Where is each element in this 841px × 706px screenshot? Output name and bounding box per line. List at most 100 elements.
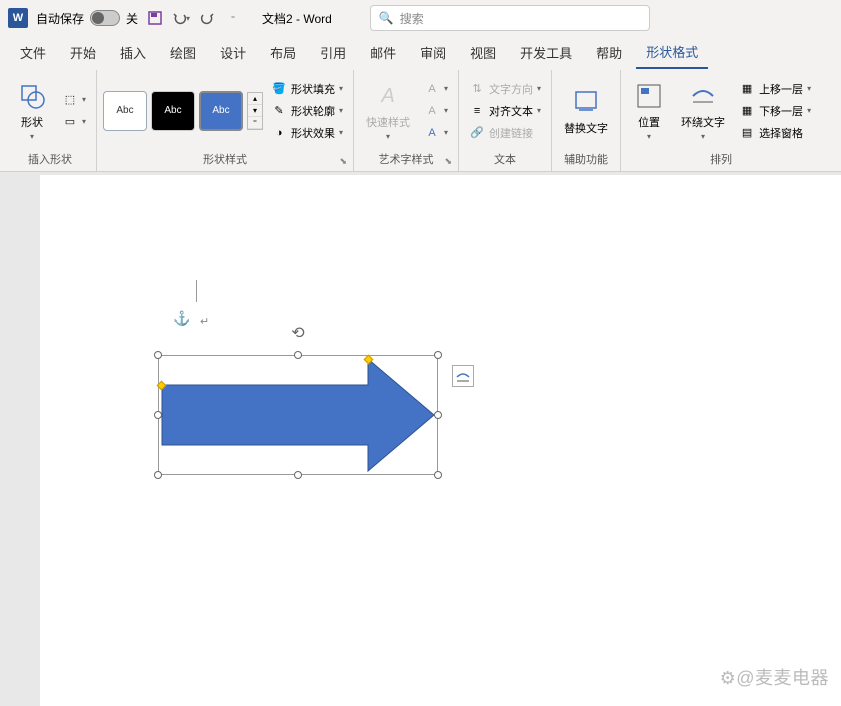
outline-icon: ✎ bbox=[271, 103, 287, 119]
document-canvas[interactable]: ⚓ ↵ ⟲ bbox=[40, 175, 841, 706]
resize-handle-se[interactable] bbox=[434, 471, 442, 479]
titlebar: W 自动保存 关 ▾ ⁼ 文档2 - Word 🔍 搜索 bbox=[0, 0, 841, 36]
text-outline-button[interactable]: A▾ bbox=[420, 101, 452, 121]
text-fill-button[interactable]: A▾ bbox=[420, 79, 452, 99]
tab-view[interactable]: 视图 bbox=[460, 37, 506, 68]
tab-draw[interactable]: 绘图 bbox=[160, 37, 206, 68]
resize-handle-sw[interactable] bbox=[154, 471, 162, 479]
link-icon: 🔗 bbox=[469, 125, 485, 141]
alt-text-label: 替换文字 bbox=[564, 120, 608, 136]
search-input[interactable]: 🔍 搜索 bbox=[370, 5, 650, 31]
chevron-down-icon: ▾ bbox=[30, 132, 34, 141]
search-icon: 🔍 bbox=[379, 11, 394, 25]
tab-insert[interactable]: 插入 bbox=[110, 37, 156, 68]
group-wordart: A 快速样式 ▾ A▾ A▾ A▾ 艺术字样式⬊ bbox=[354, 70, 459, 171]
resize-handle-ne[interactable] bbox=[434, 351, 442, 359]
text-effects-button[interactable]: A▾ bbox=[420, 123, 452, 143]
resize-handle-w[interactable] bbox=[154, 411, 162, 419]
tab-help[interactable]: 帮助 bbox=[586, 37, 632, 68]
resize-handle-e[interactable] bbox=[434, 411, 442, 419]
qat-customize[interactable]: ⁼ bbox=[224, 9, 242, 27]
autosave-label: 自动保存 bbox=[36, 10, 84, 27]
shape-effects-button[interactable]: ◑形状效果▾ bbox=[267, 123, 347, 143]
shapes-label: 形状 bbox=[21, 114, 43, 130]
tab-shape-format[interactable]: 形状格式 bbox=[636, 36, 708, 69]
tab-file[interactable]: 文件 bbox=[10, 37, 56, 68]
textbox-button[interactable]: ▭▾ bbox=[58, 112, 90, 132]
gallery-up-icon[interactable]: ▴ bbox=[248, 93, 262, 105]
tab-developer[interactable]: 开发工具 bbox=[510, 37, 582, 68]
wordart-icon: A bbox=[372, 80, 404, 112]
edit-shape-icon: ⬚ bbox=[62, 92, 78, 108]
anchor-icon[interactable]: ⚓ bbox=[173, 310, 190, 327]
word-app-icon: W bbox=[8, 8, 28, 28]
style-preset-1[interactable]: Abc bbox=[103, 91, 147, 131]
text-direction-button[interactable]: ⇅文字方向▾ bbox=[465, 79, 545, 99]
shapes-button[interactable]: 形状 ▾ bbox=[10, 76, 54, 145]
group-label: 辅助功能 bbox=[558, 149, 614, 169]
undo-button[interactable]: ▾ bbox=[172, 9, 190, 27]
text-outline-icon: A bbox=[424, 103, 440, 119]
redo-button[interactable] bbox=[198, 9, 216, 27]
text-effects-icon: A bbox=[424, 125, 440, 141]
tab-home[interactable]: 开始 bbox=[60, 37, 106, 68]
dialog-launcher-icon[interactable]: ⬊ bbox=[339, 156, 347, 167]
edit-shape-button[interactable]: ⬚▾ bbox=[58, 90, 90, 110]
group-arrange: 位置 ▾ 环绕文字 ▾ ▦上移一层▾ ▦下移一层▾ ▤选择窗格 排列 bbox=[621, 70, 821, 171]
shapes-icon bbox=[16, 80, 48, 112]
wrap-text-button[interactable]: 环绕文字 ▾ bbox=[675, 76, 731, 145]
text-cursor bbox=[196, 280, 197, 302]
bring-forward-button[interactable]: ▦上移一层▾ bbox=[735, 79, 815, 99]
resize-handle-s[interactable] bbox=[294, 471, 302, 479]
layout-options-button[interactable] bbox=[452, 365, 474, 387]
send-backward-button[interactable]: ▦下移一层▾ bbox=[735, 101, 815, 121]
group-label: 文本 bbox=[465, 149, 545, 169]
effects-icon: ◑ bbox=[271, 125, 287, 141]
group-label: 艺术字样式⬊ bbox=[360, 149, 452, 169]
group-text: ⇅文字方向▾ ≡对齐文本▾ 🔗创建链接 文本 bbox=[459, 70, 552, 171]
group-label: 排列 bbox=[627, 149, 815, 169]
rotate-handle-icon[interactable]: ⟲ bbox=[291, 323, 304, 343]
tab-review[interactable]: 审阅 bbox=[410, 37, 456, 68]
gallery-spinner[interactable]: ▴ ▾ ⁼ bbox=[247, 92, 263, 130]
tab-mail[interactable]: 邮件 bbox=[360, 37, 406, 68]
position-label: 位置 bbox=[638, 114, 660, 130]
selected-shape[interactable]: ⟲ bbox=[158, 355, 438, 475]
text-direction-icon: ⇅ bbox=[469, 81, 485, 97]
ribbon: 形状 ▾ ⬚▾ ▭▾ 插入形状 Abc Abc Abc ▴ ▾ ⁼ bbox=[0, 68, 841, 172]
toggle-switch-icon[interactable] bbox=[90, 10, 120, 26]
alt-text-button[interactable]: 替换文字 bbox=[558, 82, 614, 140]
style-preset-3[interactable]: Abc bbox=[199, 91, 243, 131]
group-insert-shape: 形状 ▾ ⬚▾ ▭▾ 插入形状 bbox=[4, 70, 97, 171]
alt-text-icon bbox=[570, 86, 602, 118]
group-accessibility: 替换文字 辅助功能 bbox=[552, 70, 621, 171]
autosave-toggle[interactable]: 自动保存 关 bbox=[36, 10, 138, 27]
group-label: 插入形状 bbox=[10, 149, 90, 169]
gallery-more-icon[interactable]: ⁼ bbox=[248, 117, 262, 129]
style-gallery[interactable]: Abc Abc Abc ▴ ▾ ⁼ bbox=[103, 91, 263, 131]
resize-handle-nw[interactable] bbox=[154, 351, 162, 359]
style-preset-2[interactable]: Abc bbox=[151, 91, 195, 131]
tab-design[interactable]: 设计 bbox=[210, 37, 256, 68]
tab-layout[interactable]: 布局 bbox=[260, 37, 306, 68]
textbox-icon: ▭ bbox=[62, 114, 78, 130]
resize-handle-n[interactable] bbox=[294, 351, 302, 359]
search-placeholder: 搜索 bbox=[400, 10, 424, 27]
group-label: 形状样式⬊ bbox=[103, 149, 347, 169]
position-button[interactable]: 位置 ▾ bbox=[627, 76, 671, 145]
save-button[interactable] bbox=[146, 9, 164, 27]
selection-pane-button[interactable]: ▤选择窗格 bbox=[735, 123, 815, 143]
dialog-launcher-icon[interactable]: ⬊ bbox=[445, 156, 453, 167]
shape-outline-button[interactable]: ✎形状轮廓▾ bbox=[267, 101, 347, 121]
create-link-button[interactable]: 🔗创建链接 bbox=[465, 123, 545, 143]
document-title: 文档2 - Word bbox=[262, 10, 332, 27]
align-text-button[interactable]: ≡对齐文本▾ bbox=[465, 101, 545, 121]
gallery-down-icon[interactable]: ▾ bbox=[248, 105, 262, 117]
autosave-state: 关 bbox=[126, 10, 138, 27]
wrap-label: 环绕文字 bbox=[681, 114, 725, 130]
shape-fill-button[interactable]: 🪣形状填充▾ bbox=[267, 79, 347, 99]
wrap-icon bbox=[687, 80, 719, 112]
tab-references[interactable]: 引用 bbox=[310, 37, 356, 68]
quick-styles-button[interactable]: A 快速样式 ▾ bbox=[360, 76, 416, 145]
arrow-shape[interactable] bbox=[158, 355, 438, 475]
